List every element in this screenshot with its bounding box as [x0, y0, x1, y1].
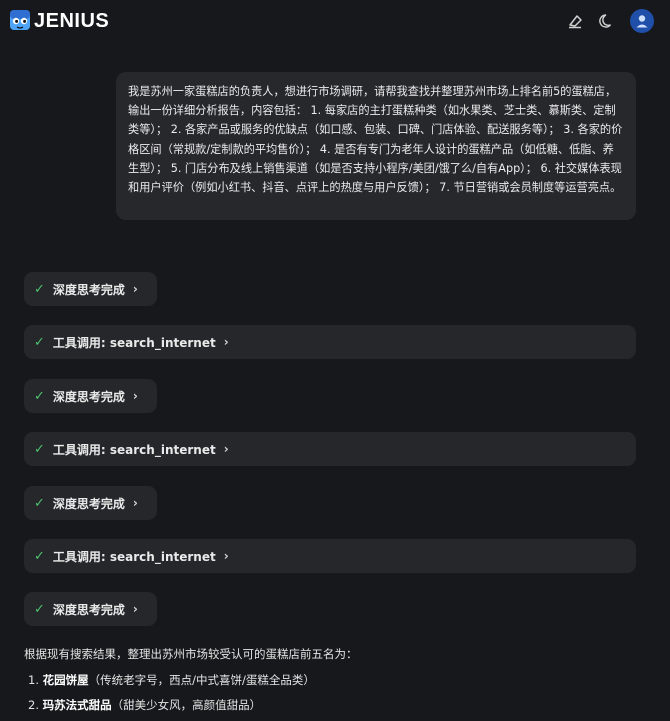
- chevron-right-icon: ›: [132, 389, 138, 403]
- check-icon: ✓: [34, 441, 45, 457]
- shop-name: 玛苏法式甜品: [42, 698, 112, 712]
- list-number: 1.: [28, 673, 39, 687]
- step-label: 深度思考完成: [52, 602, 125, 617]
- shop-desc: （传统老字号，西点/中式喜饼/蛋糕全品类）: [88, 673, 315, 687]
- chevron-right-icon: ›: [132, 496, 138, 510]
- app-header: JENIUS: [0, 0, 670, 44]
- step-label: 深度思考完成: [52, 496, 125, 511]
- tool-call-step-toggle[interactable]: ✓ 工具调用: search_internet ›: [24, 432, 636, 466]
- check-icon: ✓: [34, 548, 45, 564]
- list-item: 2. 玛苏法式甜品（甜美少女风，高颜值甜品）: [28, 696, 315, 721]
- logo-icon[interactable]: [9, 9, 31, 33]
- thinking-step-toggle[interactable]: ✓ 深度思考完成 ›: [24, 592, 157, 626]
- chevron-right-icon: ›: [223, 442, 229, 456]
- user-message-bubble: 我是苏州一家蛋糕店的负责人，想进行市场调研，请帮我查找并整理苏州市场上排名前5的…: [116, 72, 636, 220]
- check-icon: ✓: [34, 495, 45, 511]
- step-label: 工具调用: search_internet: [52, 549, 216, 564]
- avatar[interactable]: [630, 9, 654, 33]
- check-icon: ✓: [34, 388, 45, 404]
- check-icon: ✓: [34, 601, 45, 617]
- check-icon: ✓: [34, 281, 45, 297]
- list-item: 1. 花园饼屋（传统老字号，西点/中式喜饼/蛋糕全品类）: [28, 671, 315, 696]
- chevron-right-icon: ›: [132, 602, 138, 616]
- step-label: 工具调用: search_internet: [52, 335, 216, 350]
- step-label: 深度思考完成: [52, 389, 125, 404]
- moon-icon[interactable]: [598, 12, 616, 30]
- step-label: 深度思考完成: [52, 282, 125, 297]
- thinking-step-toggle[interactable]: ✓ 深度思考完成 ›: [24, 379, 157, 413]
- shop-name: 花园饼屋: [42, 673, 89, 687]
- thinking-step-toggle[interactable]: ✓ 深度思考完成 ›: [24, 486, 157, 520]
- check-icon: ✓: [34, 334, 45, 350]
- shop-desc: （甜美少女风，高颜值甜品）: [111, 698, 262, 712]
- tool-call-step-toggle[interactable]: ✓ 工具调用: search_internet ›: [24, 539, 636, 573]
- chevron-right-icon: ›: [223, 549, 229, 563]
- clear-chat-icon[interactable]: [566, 12, 584, 30]
- chevron-right-icon: ›: [223, 335, 229, 349]
- list-number: 2.: [28, 698, 39, 712]
- thinking-step-toggle[interactable]: ✓ 深度思考完成 ›: [24, 272, 157, 306]
- tool-call-step-toggle[interactable]: ✓ 工具调用: search_internet ›: [24, 325, 636, 359]
- brand-name[interactable]: JENIUS: [34, 8, 109, 34]
- user-icon: [636, 15, 648, 28]
- step-label: 工具调用: search_internet: [52, 442, 216, 457]
- chevron-right-icon: ›: [132, 282, 138, 296]
- answer-intro: 根据现有搜索结果，整理出苏州市场较受认可的蛋糕店前五名为：: [24, 647, 358, 661]
